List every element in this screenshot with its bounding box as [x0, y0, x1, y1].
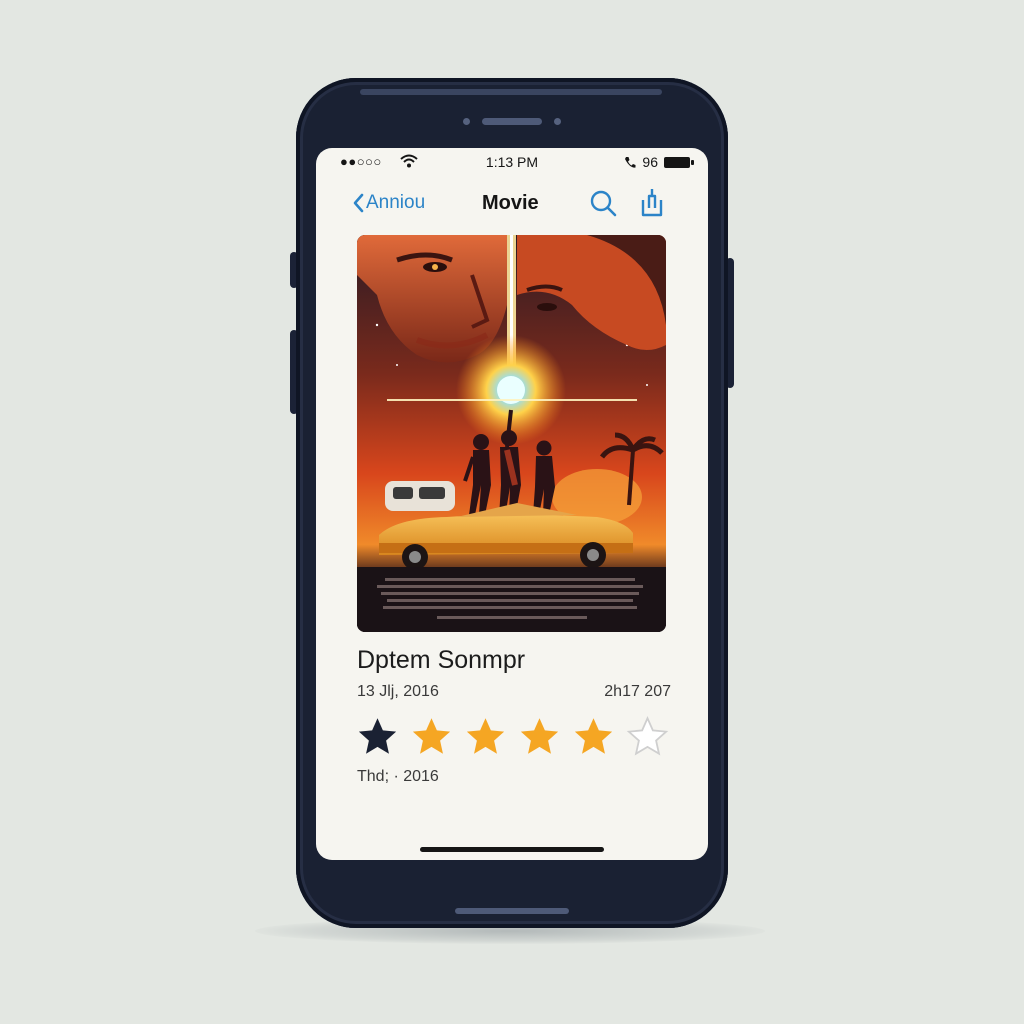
- star-icon-1[interactable]: [356, 715, 399, 758]
- poster-artwork: [357, 235, 666, 632]
- search-icon[interactable]: [588, 188, 618, 218]
- star-icon-5[interactable]: [572, 715, 615, 758]
- star-icon-3[interactable]: [464, 715, 507, 758]
- runtime: 2h17 207: [604, 683, 671, 700]
- star-icon-2[interactable]: [410, 715, 453, 758]
- star-empty-icon[interactable]: [626, 715, 669, 758]
- chevron-left-icon: [353, 193, 364, 213]
- movie-title: Dptem Sonmpr: [357, 646, 526, 674]
- status-right-group: 96: [624, 154, 694, 170]
- home-indicator[interactable]: [420, 847, 604, 852]
- battery-icon: [664, 156, 694, 168]
- back-button-label: Anniou: [366, 192, 426, 213]
- bottom-bezel-bar: [455, 908, 569, 914]
- front-camera-icon: [463, 118, 470, 125]
- nav-title: Movie: [482, 192, 539, 214]
- release-date: 13 Jlj, 2016: [357, 683, 439, 700]
- stage: ●●○○○ 1:13 PM 96 Anniou Movie Dptem Sonm…: [0, 0, 1024, 1024]
- navigation-bar: Anniou Movie: [316, 186, 708, 222]
- top-bezel-line: [360, 89, 662, 95]
- star-icon-4[interactable]: [518, 715, 561, 758]
- meta-line: Thd; · 2016: [357, 768, 439, 785]
- earpiece-speaker: [482, 118, 542, 125]
- star-rating[interactable]: [356, 715, 669, 758]
- phone-screen: ●●○○○ 1:13 PM 96 Anniou Movie Dptem Sonm…: [316, 148, 708, 860]
- battery-percent: 96: [642, 154, 658, 170]
- proximity-sensor-icon: [554, 118, 561, 125]
- share-icon[interactable]: [636, 188, 666, 218]
- phone-call-icon: [625, 156, 636, 168]
- status-bar: ●●○○○ 1:13 PM 96: [316, 148, 708, 178]
- movie-poster[interactable]: [357, 235, 666, 632]
- back-button[interactable]: Anniou: [352, 192, 425, 214]
